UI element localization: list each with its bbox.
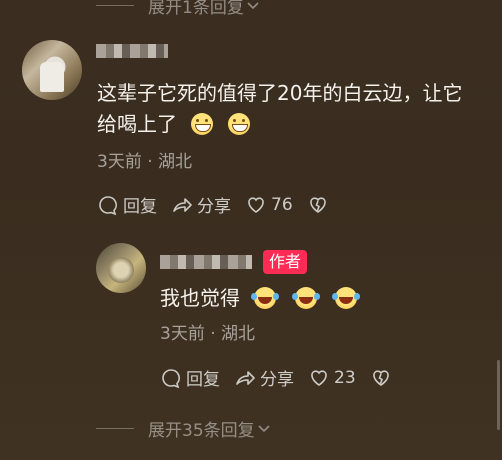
reply-button[interactable]: 回复: [160, 365, 220, 390]
grin-emoji: [227, 113, 250, 135]
laugh-cry-emoji: [332, 287, 358, 309]
chevron-down-icon: [247, 1, 259, 9]
heart-icon: [311, 369, 327, 386]
author-badge: 作者: [263, 250, 308, 274]
like-button[interactable]: 76: [245, 194, 293, 216]
broken-heart-icon: [372, 369, 389, 386]
share-arrow-icon: [173, 197, 192, 212]
expand-label: 展开1条回复: [148, 0, 244, 18]
divider: [96, 5, 134, 6]
avatar[interactable]: [22, 40, 82, 100]
like-button[interactable]: 23: [308, 367, 356, 389]
share-arrow-icon: [236, 370, 255, 385]
expand-replies-bottom[interactable]: 展开35条回复: [96, 416, 271, 441]
broken-heart-icon: [309, 196, 326, 213]
share-button[interactable]: 分享: [234, 365, 294, 390]
share-button[interactable]: 分享: [171, 192, 231, 217]
comment-text: 这辈子它死的值得了20年的白云边，让它给喝上了: [97, 81, 463, 136]
comment-meta: 3天前 · 湖北: [97, 152, 193, 172]
laugh-cry-emoji: [251, 287, 277, 309]
avatar[interactable]: [96, 243, 146, 293]
like-count: 23: [334, 367, 356, 388]
reply-text: 我也觉得: [160, 283, 358, 314]
dislike-button[interactable]: [370, 367, 396, 389]
heart-icon: [248, 196, 264, 213]
username-blurred[interactable]: [96, 44, 168, 58]
reply-meta: 3天前 · 湖北: [160, 324, 256, 344]
username-blurred[interactable]: [160, 255, 252, 269]
expand-replies-top[interactable]: 展开1条回复: [96, 0, 260, 18]
dislike-button[interactable]: [307, 194, 333, 216]
comment-actions: 回复 分享 76: [97, 192, 347, 217]
grin-emoji: [191, 113, 214, 135]
reply-bubble-icon: [99, 195, 117, 215]
divider: [96, 428, 134, 429]
like-count: 76: [271, 194, 293, 215]
reply-bubble-icon: [162, 368, 180, 388]
laugh-cry-emoji: [291, 287, 317, 309]
scrollbar[interactable]: [497, 360, 500, 430]
expand-label: 展开35条回复: [148, 421, 255, 441]
reply-button[interactable]: 回复: [97, 192, 157, 217]
reply-actions: 回复 分享 23: [160, 365, 410, 390]
chevron-down-icon: [258, 424, 270, 432]
